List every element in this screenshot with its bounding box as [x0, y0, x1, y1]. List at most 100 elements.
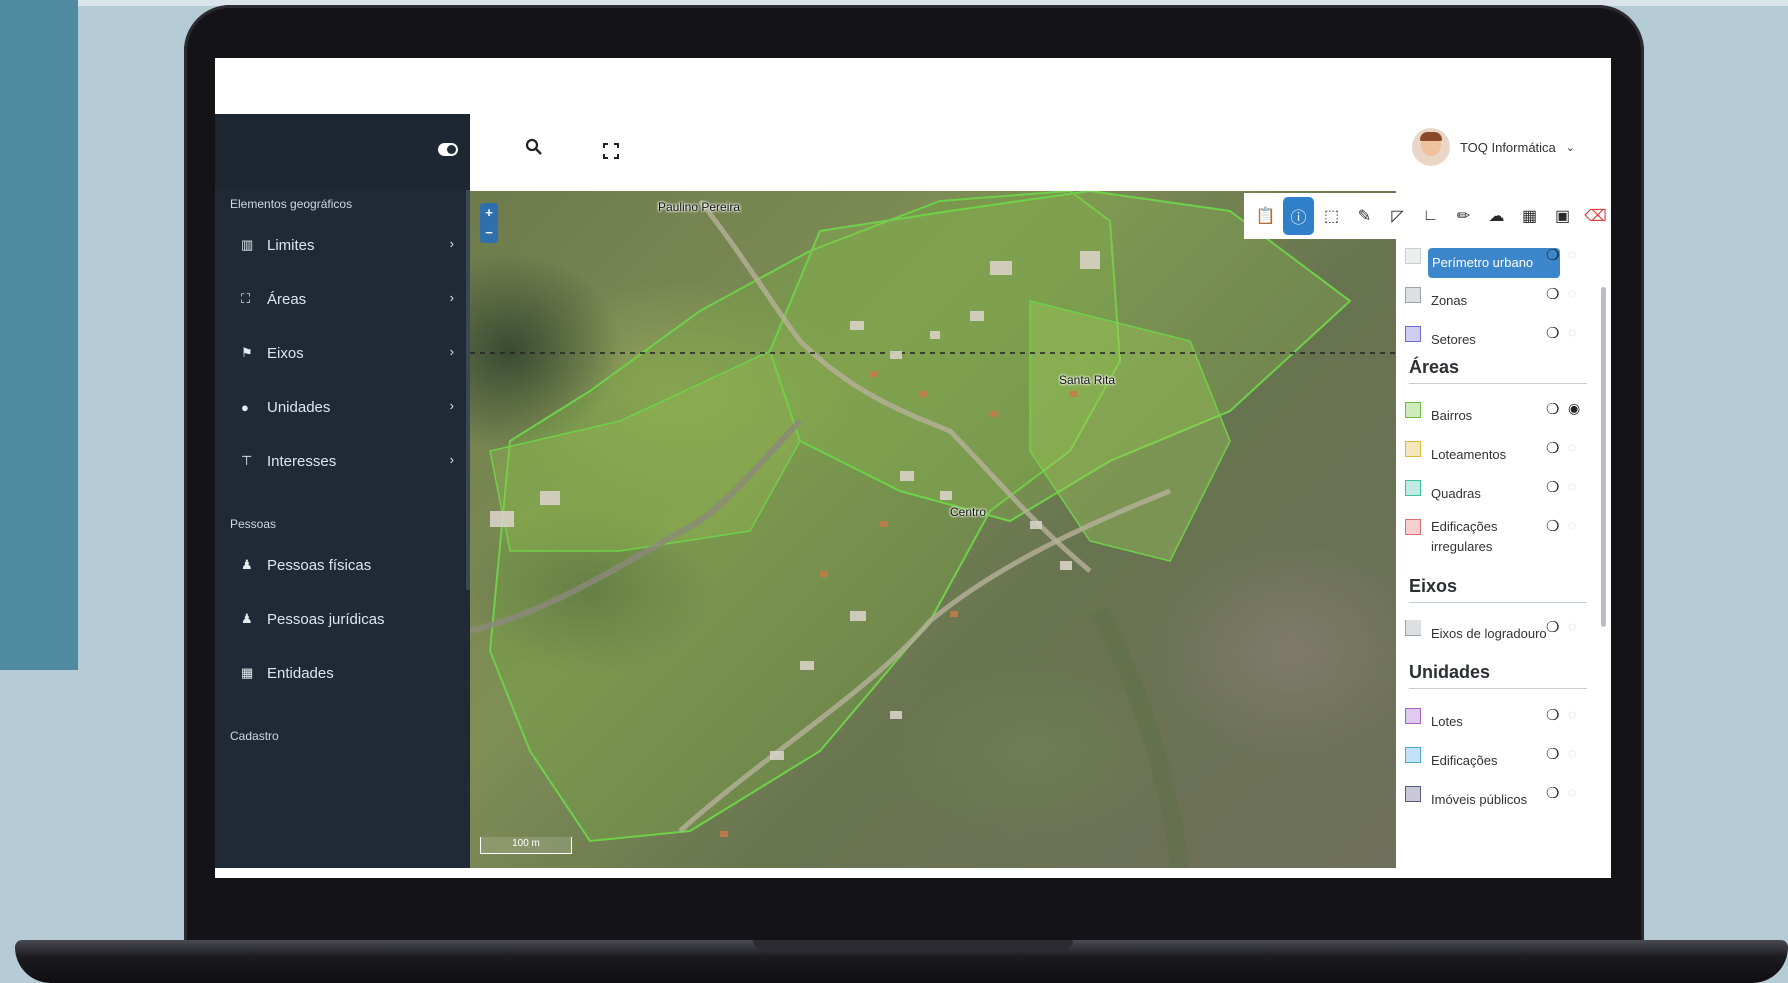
chevron-down-icon: ⌄ — [1565, 141, 1575, 154]
layer-edificacoes[interactable]: Edificações ❍ ◌ — [1396, 745, 1596, 783]
layer-swatch — [1405, 620, 1421, 636]
map-label-santa-rita: Santa Rita — [1059, 373, 1116, 387]
eye-slash-icon[interactable]: ◌ — [1568, 784, 1576, 800]
style-icon[interactable]: ❍ — [1546, 324, 1559, 342]
sidebar-item-unidades[interactable]: ● Unidades › — [215, 380, 470, 434]
laptop-base — [15, 940, 1788, 983]
zoom-control: + − — [480, 203, 498, 243]
eye-slash-icon[interactable]: ◌ — [1568, 246, 1576, 262]
user-tie-icon: ♟ — [241, 611, 253, 626]
chevron-right-icon: › — [449, 452, 454, 467]
clipboard-icon[interactable]: 📋 — [1250, 197, 1281, 235]
layer-lotes[interactable]: Lotes ❍ ◌ — [1396, 706, 1596, 744]
select-area-icon[interactable]: ⬚ — [1316, 197, 1347, 235]
eraser-icon[interactable]: ⌫ — [1580, 197, 1611, 235]
panel-scrollbar[interactable] — [1601, 287, 1606, 627]
sidebar-item-areas[interactable]: ⛶ Áreas › — [215, 272, 470, 326]
layer-name: Loteamentos — [1431, 447, 1507, 462]
eye-slash-icon[interactable]: ◌ — [1568, 618, 1576, 634]
sidebar-item-pessoas-fisicas[interactable]: ♟ Pessoas físicas — [215, 538, 470, 592]
chevron-right-icon: › — [449, 236, 454, 251]
divider — [1409, 383, 1587, 384]
style-icon[interactable]: ❍ — [1546, 706, 1559, 724]
cloud-upload-icon[interactable]: ☁ — [1481, 197, 1512, 235]
eye-slash-icon[interactable]: ◌ — [1568, 285, 1576, 301]
layer-swatch — [1405, 747, 1421, 763]
map-label-centro: Centro — [950, 505, 987, 519]
layer-imoveis-publicos[interactable]: Imóveis públicos ❍ ◌ — [1396, 784, 1596, 822]
style-icon[interactable]: ❍ — [1546, 745, 1559, 763]
chevron-right-icon: › — [449, 290, 454, 305]
style-icon[interactable]: ❍ — [1546, 285, 1559, 303]
map-view[interactable]: Paulino Pereira Santa Rita Centro + − 10… — [470, 191, 1396, 868]
eye-slash-icon[interactable]: ◌ — [1568, 517, 1576, 533]
eye-icon[interactable]: ◉ — [1568, 400, 1580, 417]
film-icon[interactable]: ▦ — [1514, 197, 1545, 235]
search-icon[interactable] — [525, 138, 543, 161]
style-icon[interactable]: ❍ — [1546, 439, 1559, 457]
layer-name: Setores — [1431, 332, 1476, 347]
layer-quadras[interactable]: Quadras ❍ ◌ — [1396, 478, 1596, 516]
thumbtack-icon: ⊤ — [241, 453, 253, 468]
group-title-unidades: Unidades — [1409, 662, 1491, 682]
eye-slash-icon[interactable]: ◌ — [1568, 745, 1576, 761]
zoom-out-button[interactable]: − — [480, 223, 498, 243]
scale-bar: 100 m — [480, 837, 572, 854]
zoom-in-button[interactable]: + — [480, 203, 498, 223]
sidebar-item-interesses[interactable]: ⊤ Interesses › — [215, 434, 470, 488]
eye-slash-icon[interactable]: ◌ — [1568, 706, 1576, 722]
map-toolbar: 📋 ⓘ ⬚ ✎ ◸ ∟ ✏ ☁ ▦ ▣ ⌫ — [1244, 193, 1611, 239]
style-icon[interactable]: ❍ — [1546, 400, 1559, 418]
layer-zonas[interactable]: Zonas ❍ ◌ — [1396, 285, 1596, 323]
divider — [1409, 688, 1587, 689]
layer-name: Edificações irregulares — [1431, 519, 1498, 554]
user-icon: ♟ — [241, 557, 253, 572]
layer-eixos-logradouro[interactable]: Eixos de logradouro ❍ ◌ — [1396, 618, 1596, 656]
layer-name: Imóveis públicos — [1431, 792, 1528, 807]
layer-perimetro-urbano[interactable]: Perímetro urbano ❍ ◌ — [1396, 246, 1596, 284]
pencil-icon[interactable]: ✏ — [1448, 197, 1479, 235]
eye-slash-icon[interactable]: ◌ — [1568, 439, 1576, 455]
layer-loteamentos[interactable]: Loteamentos ❍ ◌ — [1396, 439, 1596, 477]
measure-icon[interactable]: ∟ — [1415, 197, 1446, 235]
style-icon[interactable]: ❍ — [1546, 784, 1559, 802]
sidebar: Elementos geográficos ▥ Limites › ⛶ Área… — [215, 114, 470, 868]
layer-name: Lotes — [1431, 714, 1463, 729]
sidebar-item-eixos[interactable]: ⚑ Eixos › — [215, 326, 470, 380]
building-icon: ▦ — [241, 665, 254, 680]
style-icon[interactable]: ❍ — [1546, 478, 1559, 496]
layer-swatch — [1405, 441, 1421, 457]
layer-swatch — [1405, 326, 1421, 342]
user-name: TOQ Informática — [1459, 139, 1556, 155]
group-title-eixos: Eixos — [1409, 576, 1458, 596]
chevron-right-icon: › — [449, 398, 454, 413]
fullscreen-icon[interactable] — [603, 143, 619, 164]
location-pin-icon: ● — [241, 399, 249, 415]
layer-name: Eixos de logradouro — [1431, 626, 1547, 641]
sidebar-item-pessoas-juridicas[interactable]: ♟ Pessoas jurídicas — [215, 592, 470, 646]
draw-polygon-icon[interactable]: ◸ — [1382, 197, 1413, 235]
layer-bairros[interactable]: Bairros ❍ ◉ — [1396, 400, 1596, 438]
map-overlay — [470, 191, 1396, 868]
sidebar-item-limites[interactable]: ▥ Limites › — [215, 218, 470, 272]
layer-swatch — [1405, 287, 1421, 303]
avatar — [1411, 128, 1450, 166]
layer-swatch — [1405, 480, 1421, 496]
sidebar-item-entidades[interactable]: ▦ Entidades — [215, 646, 470, 700]
layer-swatch — [1405, 248, 1421, 264]
user-menu[interactable]: TOQ Informática ⌄ — [1411, 128, 1575, 166]
image-icon[interactable]: ▣ — [1547, 197, 1578, 235]
edit-shape-icon[interactable]: ✎ — [1349, 197, 1380, 235]
eye-slash-icon[interactable]: ◌ — [1568, 478, 1576, 494]
map-icon: ▥ — [241, 237, 254, 252]
sidebar-header — [215, 114, 470, 190]
layer-edificacoes-irregulares[interactable]: Edificações irregulares ❍ ◌ — [1396, 517, 1596, 555]
layer-name: Zonas — [1431, 293, 1468, 308]
style-icon[interactable]: ❍ — [1546, 618, 1559, 636]
eye-slash-icon[interactable]: ◌ — [1568, 324, 1576, 340]
style-icon[interactable]: ❍ — [1546, 517, 1559, 535]
app-screen: Elementos geográficos ▥ Limites › ⛶ Área… — [215, 58, 1611, 878]
sidebar-toggle[interactable] — [438, 143, 458, 156]
info-icon[interactable]: ⓘ — [1283, 197, 1314, 235]
style-icon[interactable]: ❍ — [1546, 246, 1559, 264]
